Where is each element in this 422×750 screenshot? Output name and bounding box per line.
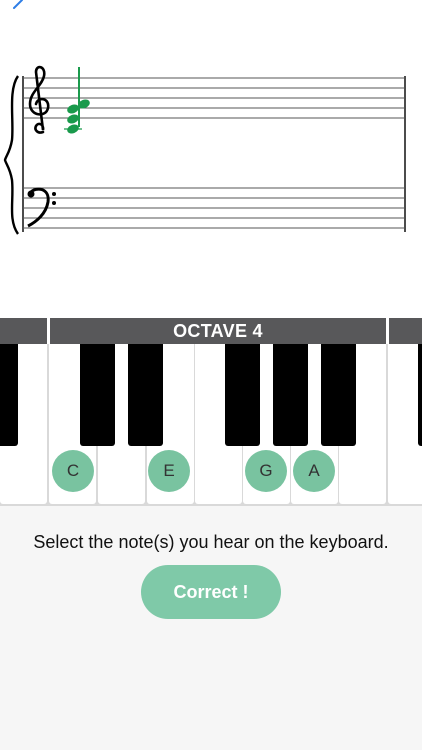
piano-keyboard: C E G A bbox=[0, 344, 422, 506]
treble-clef-icon bbox=[28, 65, 50, 134]
octave-label: OCTAVE 4 bbox=[173, 321, 263, 341]
correct-button[interactable]: Correct ! bbox=[141, 565, 281, 619]
bass-staff bbox=[23, 187, 405, 229]
treble-staff bbox=[23, 77, 405, 119]
grand-staff bbox=[3, 65, 406, 235]
note-marker-a[interactable]: A bbox=[293, 450, 335, 492]
white-key-next-c[interactable] bbox=[388, 344, 422, 504]
black-key-next-c-sharp[interactable] bbox=[418, 344, 422, 446]
black-key-prev-a-sharp[interactable] bbox=[0, 344, 18, 446]
chord-notes bbox=[64, 67, 90, 134]
black-key-c-sharp[interactable] bbox=[80, 344, 115, 446]
note-marker-c[interactable]: C bbox=[52, 450, 94, 492]
back-chevron-icon[interactable] bbox=[8, 0, 24, 10]
black-key-f-sharp[interactable] bbox=[225, 344, 260, 446]
prompt-panel: Select the note(s) you hear on the keybo… bbox=[0, 506, 422, 750]
black-key-a-sharp[interactable] bbox=[321, 344, 356, 446]
staff-brace bbox=[3, 75, 20, 235]
note-marker-e[interactable]: E bbox=[148, 450, 190, 492]
octave-bar: OCTAVE 4 bbox=[0, 318, 422, 344]
note-head-g bbox=[67, 104, 79, 114]
black-key-g-sharp[interactable] bbox=[273, 344, 308, 446]
octave-divider bbox=[386, 318, 389, 344]
note-marker-g[interactable]: G bbox=[245, 450, 287, 492]
instruction-text: Select the note(s) you hear on the keybo… bbox=[33, 532, 389, 552]
black-key-d-sharp[interactable] bbox=[128, 344, 163, 446]
note-head-e bbox=[67, 114, 79, 124]
